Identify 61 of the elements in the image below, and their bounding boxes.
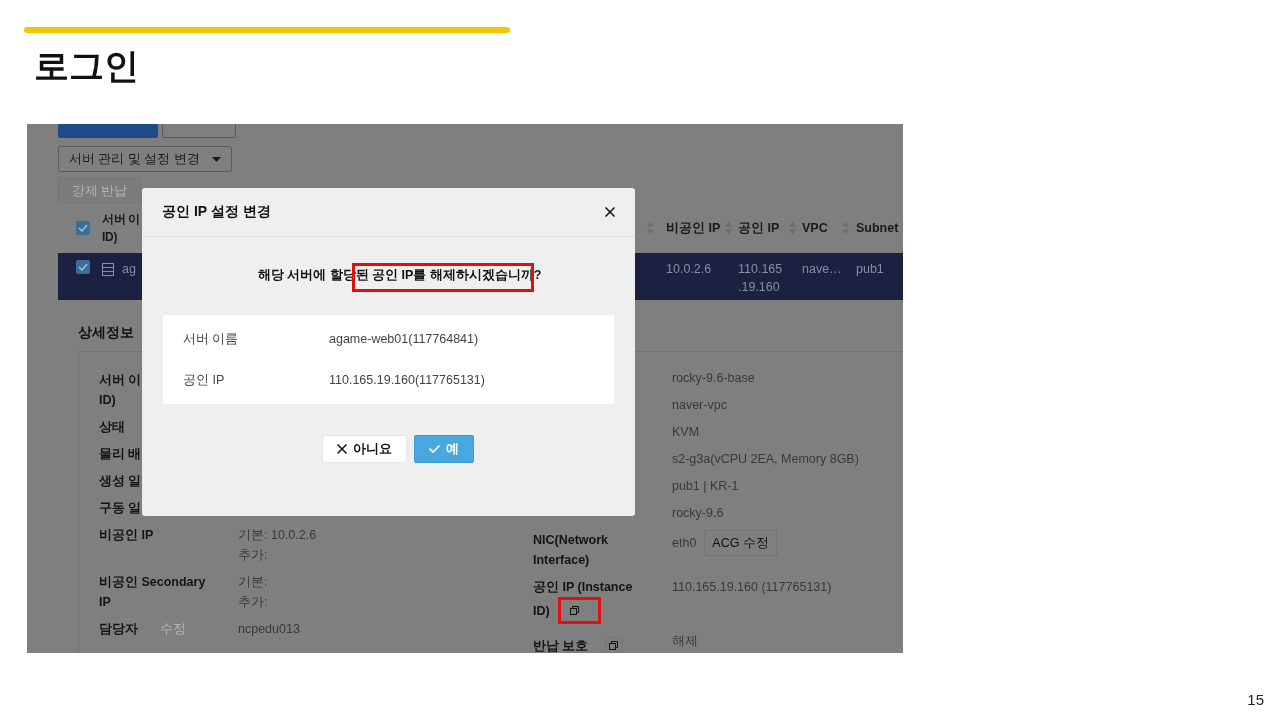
column-header[interactable]: 공인 IP	[738, 218, 789, 237]
field-value: 110.165.19.160 (117765131)	[672, 579, 832, 596]
copy-icon[interactable]	[569, 606, 579, 615]
close-button[interactable]	[603, 205, 617, 219]
field-value: 기본:	[238, 574, 268, 591]
field-label: 구동 일	[99, 500, 142, 517]
info-value: 110.165.19.160(117765131)	[329, 372, 486, 389]
section-title: 상세정보	[78, 324, 134, 342]
close-icon	[336, 444, 347, 454]
check-icon	[428, 445, 440, 453]
slide-title: 로그인	[34, 45, 140, 87]
server-icon	[102, 262, 114, 276]
info-value: agame-web01(117764841)	[329, 331, 480, 348]
field-label: ID)	[99, 392, 116, 409]
info-label: 서버 이름	[183, 331, 240, 348]
checkbox[interactable]	[76, 220, 90, 235]
page-number: 15	[1247, 691, 1264, 708]
field-label: 상태	[99, 419, 125, 436]
field-label: 생성 일	[99, 473, 142, 490]
field-value: rocky-9.6-base	[672, 370, 755, 387]
table-cell-text: nave…	[802, 261, 842, 278]
table-cell-text: 110.165 .19.160	[738, 261, 784, 296]
field-label: 비공인 Secondary	[99, 574, 206, 591]
field-value: naver-vpc	[672, 397, 727, 414]
field-label: 서버 이	[99, 372, 142, 389]
caret-icon	[211, 156, 221, 162]
info-label: 공인 IP	[183, 372, 226, 389]
table-cell-text: ag	[122, 261, 136, 278]
column-header[interactable]: Subnet	[856, 218, 903, 237]
column-header[interactable]: VPC	[802, 218, 842, 237]
field-value: 추가:	[238, 594, 268, 611]
field-value: 추가:	[238, 547, 268, 564]
server-manage-dropdown[interactable]: 서버 관리 및 설정 변경	[58, 146, 232, 172]
field-value: 기본: 10.0.2.6	[238, 527, 317, 544]
field-label: NIC(Network	[533, 532, 608, 549]
field-label: ID)	[533, 602, 550, 620]
column-header: 서버 이 ID)	[102, 210, 141, 246]
field-value: KVM	[672, 424, 700, 441]
field-label: 반납 보호	[533, 637, 589, 653]
field-label: Interface)	[533, 552, 590, 569]
field-value: pub1 | KR-1	[672, 478, 739, 495]
table-cell-text: 10.0.2.6	[666, 261, 713, 278]
field-label: 비공인 IP	[99, 527, 154, 544]
field-label: 물리 배	[99, 446, 142, 463]
cancel-button[interactable]: 아니요	[321, 435, 407, 463]
field-value: 해제	[672, 633, 698, 650]
field-value: s2-g3a(vCPU 2EA, Memory 8GB)	[672, 451, 859, 468]
field-label: 공인 IP (Instance	[533, 579, 633, 596]
acg-edit-button[interactable]: ACG 수정	[704, 530, 777, 556]
close-icon	[605, 207, 615, 217]
field-value: rocky-9.6	[672, 505, 724, 522]
field-label: 담당자	[99, 621, 138, 638]
field-value: ncpedu013	[238, 621, 300, 638]
copy-icon[interactable]	[609, 641, 619, 650]
field-value: eth0	[672, 535, 697, 552]
field-label: IP	[99, 594, 111, 611]
confirm-button[interactable]: 예	[413, 435, 474, 463]
column-header[interactable]: 비공인 IP	[666, 218, 725, 237]
table-cell-text: pub1	[856, 261, 885, 278]
dialog-title: 공인 IP 설정 변경	[162, 203, 271, 221]
checkbox[interactable]	[76, 260, 90, 274]
